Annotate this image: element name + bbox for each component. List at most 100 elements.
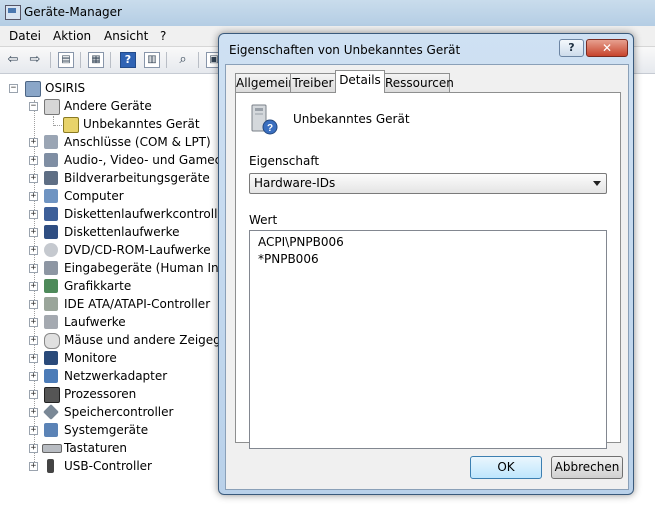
tree-item-label: Monitore	[64, 351, 117, 365]
window-titlebar: Geräte-Manager	[0, 0, 655, 26]
expand-icon[interactable]: +	[29, 210, 38, 219]
tree-item-label: Tastaturen	[64, 441, 127, 455]
tab-allgemein[interactable]: Allgemein	[235, 73, 296, 92]
cancel-button[interactable]: Abbrechen	[551, 456, 623, 479]
tree-item-label: Diskettenlaufwerke	[64, 225, 180, 239]
tree-item-label: Netzwerkadapter	[64, 369, 168, 383]
tree-item-label: Andere Geräte	[64, 99, 152, 113]
expand-icon[interactable]: +	[29, 444, 38, 453]
tree-item-label: Laufwerke	[64, 315, 126, 329]
expand-icon[interactable]: +	[29, 462, 38, 471]
expand-icon[interactable]: +	[29, 372, 38, 381]
menu-datei[interactable]: Datei	[9, 29, 41, 43]
computer-icon	[25, 81, 41, 97]
expand-icon[interactable]: +	[29, 300, 38, 309]
action-pane-icon[interactable]: ▥	[144, 52, 160, 68]
unknown-device-icon	[44, 99, 60, 115]
floppy-controller-icon	[44, 207, 58, 221]
properties-icon[interactable]: ▦	[88, 52, 104, 68]
expand-icon[interactable]: +	[29, 426, 38, 435]
warning-device-icon	[63, 117, 79, 133]
back-arrow-icon[interactable]: ⇦	[4, 51, 22, 69]
svg-text:?: ?	[267, 123, 273, 134]
expand-icon[interactable]: +	[29, 156, 38, 165]
expand-icon[interactable]: +	[29, 264, 38, 273]
details-panel: ? Unbekanntes Gerät Eigenschaft Hardware…	[235, 92, 621, 449]
dialog-body: Allgemein Treiber Details Ressourcen ? U…	[225, 64, 629, 490]
tab-details[interactable]: Details	[335, 70, 385, 93]
disc-icon	[44, 243, 58, 257]
computer-icon	[44, 189, 58, 203]
help-icon[interactable]: ?	[120, 52, 136, 68]
hid-icon	[44, 261, 58, 275]
tree-item-label: Computer	[64, 189, 124, 203]
properties-dialog: Eigenschaften von Unbekanntes Gerät ? ✕ …	[218, 33, 634, 495]
tree-item-label: Prozessoren	[64, 387, 137, 401]
window-title: Geräte-Manager	[24, 5, 122, 19]
toolbar-separator	[80, 52, 81, 68]
collapse-icon[interactable]: −	[9, 84, 18, 93]
scan-hardware-icon[interactable]: ⌕	[174, 51, 192, 69]
tab-ressourcen[interactable]: Ressourcen	[384, 73, 454, 92]
tree-item-label: IDE ATA/ATAPI-Controller	[64, 297, 211, 311]
expand-icon[interactable]: +	[29, 282, 38, 291]
list-item[interactable]: ACPI\PNPB006	[258, 235, 344, 249]
menu-ansicht[interactable]: Ansicht	[104, 29, 148, 43]
tree-item-label: DVD/CD-ROM-Laufwerke	[64, 243, 211, 257]
speaker-icon	[44, 153, 58, 167]
expand-icon[interactable]: +	[29, 174, 38, 183]
dialog-help-button[interactable]: ?	[559, 39, 584, 57]
expand-icon[interactable]: +	[29, 228, 38, 237]
expand-icon[interactable]: +	[29, 390, 38, 399]
tree-item-label: Systemgeräte	[64, 423, 149, 437]
unknown-device-icon: ?	[251, 104, 278, 135]
ok-button[interactable]: OK	[470, 456, 542, 479]
expand-icon[interactable]: +	[29, 408, 38, 417]
forward-arrow-icon[interactable]: ⇨	[26, 51, 44, 69]
value-list[interactable]: ACPI\PNPB006 *PNPB006	[249, 230, 607, 449]
storage-controller-icon	[43, 404, 59, 420]
display-adapter-icon	[44, 279, 58, 293]
dialog-title: Eigenschaften von Unbekanntes Gerät	[229, 43, 461, 57]
camera-icon	[44, 171, 58, 185]
expand-icon[interactable]: +	[29, 354, 38, 363]
tree-item-label: Anschlüsse (COM & LPT)	[64, 135, 211, 149]
dialog-close-button[interactable]: ✕	[586, 39, 628, 57]
system-devices-icon	[44, 423, 58, 437]
device-manager-icon	[5, 5, 21, 20]
tab-treiber[interactable]: Treiber	[290, 73, 336, 92]
expand-icon[interactable]: +	[29, 318, 38, 327]
menu-aktion[interactable]: Aktion	[53, 29, 91, 43]
expand-icon[interactable]: +	[29, 192, 38, 201]
disk-drive-icon	[44, 315, 58, 329]
collapse-icon[interactable]: −	[29, 102, 38, 111]
expand-icon[interactable]: +	[29, 336, 38, 345]
processor-icon	[44, 387, 60, 403]
floppy-icon	[44, 225, 58, 239]
value-label: Wert	[249, 213, 278, 227]
port-icon	[44, 135, 58, 149]
tree-root-label: OSIRIS	[45, 81, 86, 95]
tree-item-label: Bildverarbeitungsgeräte	[64, 171, 210, 185]
chevron-down-icon	[593, 181, 601, 186]
monitor-icon	[44, 351, 58, 365]
tree-item-label: Diskettenlaufwerkcontroller	[64, 207, 230, 221]
property-select-value: Hardware-IDs	[254, 176, 336, 190]
expand-icon[interactable]: +	[29, 138, 38, 147]
property-select[interactable]: Hardware-IDs	[249, 173, 607, 194]
console-tree-icon[interactable]: ▤	[58, 52, 74, 68]
property-label: Eigenschaft	[249, 154, 320, 168]
device-name: Unbekanntes Gerät	[293, 112, 410, 126]
mouse-icon	[44, 333, 60, 349]
expand-icon[interactable]: +	[29, 246, 38, 255]
ide-controller-icon	[44, 297, 58, 311]
toolbar-separator	[110, 52, 111, 68]
tree-item-label: Speichercontroller	[64, 405, 174, 419]
toolbar-separator	[198, 52, 199, 68]
usb-icon	[47, 459, 54, 473]
keyboard-icon	[42, 444, 62, 453]
tree-item-label: USB-Controller	[64, 459, 152, 473]
menu-help[interactable]: ?	[160, 29, 166, 43]
toolbar-separator	[166, 52, 167, 68]
list-item[interactable]: *PNPB006	[258, 252, 319, 266]
